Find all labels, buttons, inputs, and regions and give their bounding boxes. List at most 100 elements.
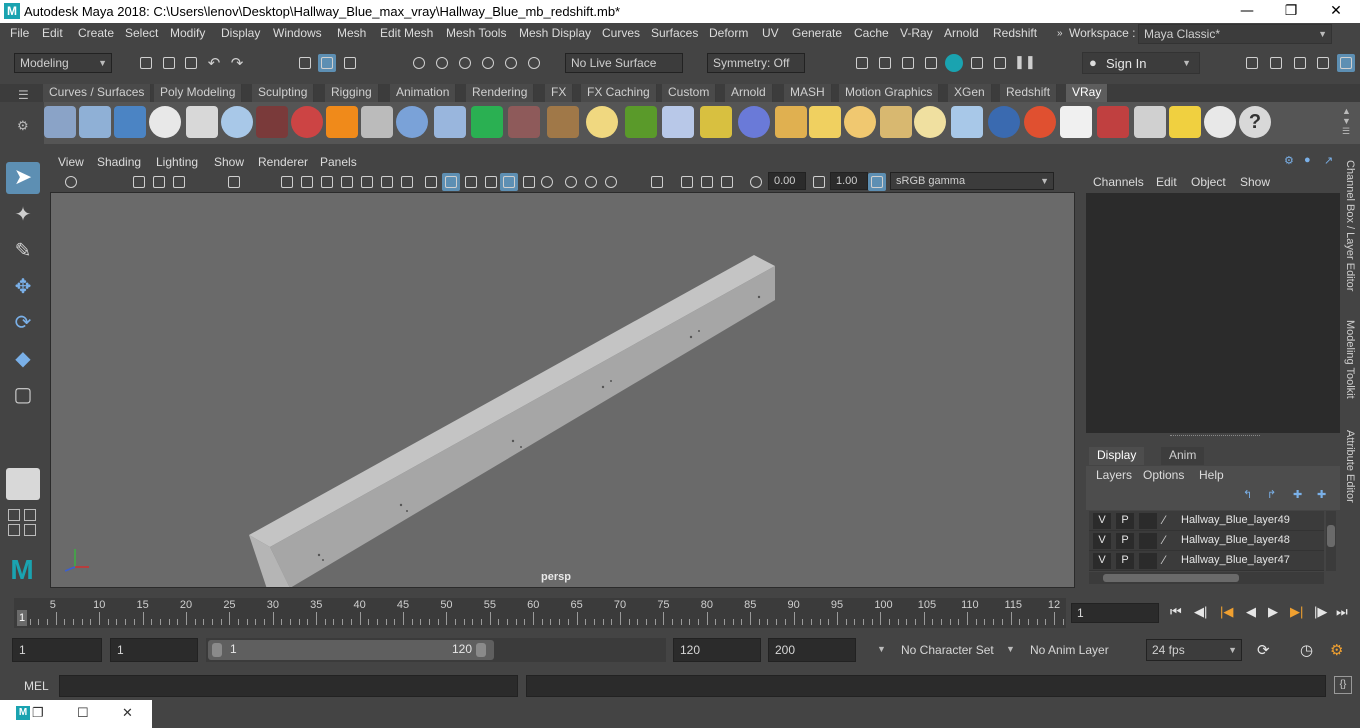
range-end-grip[interactable]: [476, 643, 486, 657]
layer-menu-options[interactable]: Options: [1143, 468, 1184, 482]
shelf-menu-icon[interactable]: ☰: [18, 88, 29, 102]
channel-slider-icon[interactable]: ↗: [1324, 154, 1333, 167]
hypershade-layout-icon[interactable]: [24, 524, 36, 536]
shelf-tab-vray[interactable]: VRay: [1066, 84, 1109, 102]
live-surface-field[interactable]: No Live Surface: [565, 53, 683, 73]
move-tool-icon[interactable]: ✥: [6, 272, 40, 304]
vray-asset-editor-icon[interactable]: [44, 106, 76, 138]
save-scene-icon[interactable]: [182, 54, 200, 72]
select-component-icon[interactable]: [341, 54, 359, 72]
shelf-scroll-icon[interactable]: ▲ ▼ ☰: [1342, 106, 1351, 136]
use-all-lights-icon[interactable]: [500, 173, 518, 191]
redo-icon[interactable]: ↷: [228, 54, 246, 72]
snap-surface-icon[interactable]: [502, 54, 520, 72]
channel-menu-channels[interactable]: Channels: [1093, 175, 1144, 189]
single-perspective-view-icon[interactable]: [6, 468, 40, 500]
select-hierarchy-icon[interactable]: [296, 54, 314, 72]
help-icon[interactable]: ?: [1239, 106, 1271, 138]
vray-ies-light-icon[interactable]: [880, 106, 912, 138]
anti-aliasing-icon[interactable]: [582, 173, 600, 191]
menu-vray[interactable]: V-Ray: [900, 26, 933, 40]
vray-ambient-light-icon[interactable]: [988, 106, 1020, 138]
restore-icon[interactable]: ❐: [32, 705, 44, 721]
xray-joints-icon[interactable]: [698, 173, 716, 191]
exposure-icon[interactable]: [747, 173, 765, 191]
menu-mesh-tools[interactable]: Mesh Tools: [446, 26, 506, 40]
minimize-button[interactable]: —: [1224, 0, 1270, 23]
close-button[interactable]: ✕: [1313, 0, 1359, 23]
menu-uv[interactable]: UV: [762, 26, 779, 40]
shelf-tab-xgen[interactable]: XGen: [948, 84, 992, 102]
layer-color-swatch-icon[interactable]: ⁄: [1163, 513, 1165, 527]
snap-curve-icon[interactable]: [433, 54, 451, 72]
vray-material-icon[interactable]: [291, 106, 323, 138]
textured-icon[interactable]: [482, 173, 500, 191]
snap-vertex-icon[interactable]: [525, 54, 543, 72]
fps-dropdown[interactable]: 24 fps ▼: [1146, 639, 1242, 661]
play-forwards-icon[interactable]: ▶: [1268, 604, 1278, 620]
outliner-icon[interactable]: [1314, 54, 1332, 72]
layer-display-type-toggle[interactable]: [1139, 513, 1157, 529]
menu-generate[interactable]: Generate: [792, 26, 842, 40]
vray-curve-icon[interactable]: [700, 106, 732, 138]
menu-create[interactable]: Create: [78, 26, 114, 40]
shelf-tab-fx-caching[interactable]: FX Caching: [581, 84, 657, 102]
camera-select-icon[interactable]: [62, 173, 80, 191]
layer-row[interactable]: V P ⁄ Hallway_Blue_layer47: [1089, 551, 1324, 571]
layer-row[interactable]: V P ⁄ Hallway_Blue_layer49: [1089, 511, 1324, 531]
layer-vertical-scrollbar[interactable]: [1326, 511, 1336, 571]
layer-tab-anim[interactable]: Anim: [1161, 447, 1205, 465]
menu-windows[interactable]: Windows: [273, 26, 322, 40]
snap-view-plane-icon[interactable]: [479, 54, 497, 72]
film-gate-icon[interactable]: [298, 173, 316, 191]
menu-set-dropdown[interactable]: Modeling ▼: [14, 53, 112, 73]
layer-menu-layers[interactable]: Layers: [1096, 468, 1132, 482]
layer-color-swatch-icon[interactable]: ⁄: [1163, 533, 1165, 547]
vray-render-view-icon[interactable]: [1097, 106, 1129, 138]
vray-camera-icon[interactable]: [256, 106, 288, 138]
go-to-start-icon[interactable]: ⏮: [1170, 604, 1182, 620]
layer-playback-toggle[interactable]: P: [1116, 553, 1134, 569]
lasso-tool-icon[interactable]: ✦: [6, 200, 40, 232]
render-settings-icon[interactable]: [922, 54, 940, 72]
shelf-tab-curves-surfaces[interactable]: Curves / Surfaces: [43, 84, 152, 102]
vray-log-icon[interactable]: [1134, 106, 1166, 138]
rotate-tool-icon[interactable]: ⟳: [6, 308, 40, 340]
anim-layer-field[interactable]: No Anim Layer: [1023, 638, 1127, 662]
current-frame-field[interactable]: 1: [1071, 603, 1159, 623]
minimized-window[interactable]: M ❐ ☐ ✕: [0, 700, 152, 728]
go-to-end-icon[interactable]: ⏭: [1336, 604, 1348, 620]
move-layer-down-icon[interactable]: ↱: [1267, 488, 1276, 501]
exposure-field[interactable]: 0.00: [768, 172, 806, 190]
panel-menu-panels[interactable]: Panels: [320, 155, 357, 169]
time-slider[interactable]: 5 10 15 20 25 30 35 40 45 50 55 60 65 70 75 80 85 90 95 100…: [14, 598, 1066, 628]
menu-cache[interactable]: Cache: [854, 26, 889, 40]
two-d-pan-zoom-icon[interactable]: [225, 173, 243, 191]
layer-horizontal-scrollbar[interactable]: [1089, 572, 1324, 584]
menu-edit[interactable]: Edit: [42, 26, 63, 40]
workspace-dropdown[interactable]: Maya Classic* ▼: [1138, 24, 1332, 44]
render-view-icon[interactable]: [968, 54, 986, 72]
backface-culling-icon[interactable]: [718, 173, 736, 191]
panel-menu-lighting[interactable]: Lighting: [156, 155, 198, 169]
open-scene-icon[interactable]: [160, 54, 178, 72]
menu-display[interactable]: Display: [221, 26, 260, 40]
channel-menu-show[interactable]: Show: [1240, 175, 1270, 189]
command-language-label[interactable]: MEL: [24, 679, 49, 693]
layer-display-type-toggle[interactable]: [1139, 553, 1157, 569]
vray-sun-icon[interactable]: [914, 106, 946, 138]
shelf-tab-arnold[interactable]: Arnold: [725, 84, 773, 102]
layer-row[interactable]: V P ⁄ Hallway_Blue_layer48: [1089, 531, 1324, 551]
vray-mesh-light-icon[interactable]: [951, 106, 983, 138]
menu-select[interactable]: Select: [125, 26, 158, 40]
shelf-tab-rendering[interactable]: Rendering: [466, 84, 535, 102]
depth-of-field-icon[interactable]: [602, 173, 620, 191]
layer-menu-help[interactable]: Help: [1199, 468, 1224, 482]
layer-display-type-toggle[interactable]: [1139, 533, 1157, 549]
shelf-tab-sculpting[interactable]: Sculpting: [252, 84, 315, 102]
color-management-icon[interactable]: [868, 173, 886, 191]
panel-menu-shading[interactable]: Shading: [97, 155, 141, 169]
channel-box-area[interactable]: [1086, 193, 1340, 433]
vray-cloud-icon[interactable]: [1204, 106, 1236, 138]
command-input[interactable]: [59, 675, 518, 697]
